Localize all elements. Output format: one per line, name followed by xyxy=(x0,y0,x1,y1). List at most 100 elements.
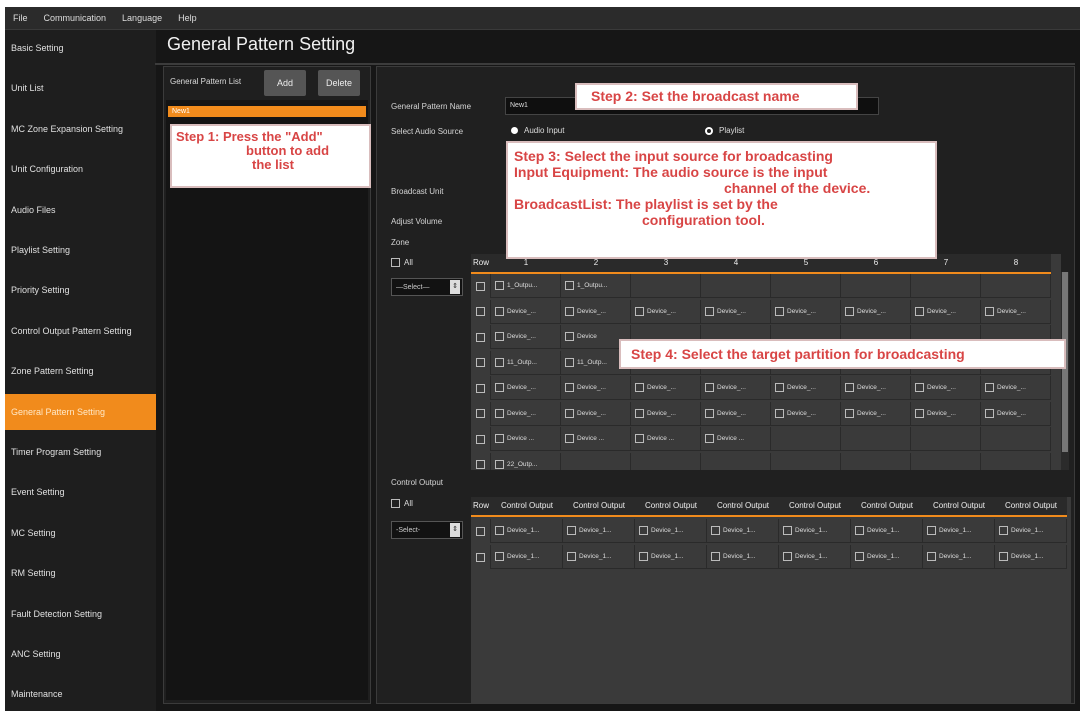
checkbox-icon[interactable] xyxy=(845,383,854,392)
checkbox-icon[interactable] xyxy=(565,306,574,316)
grid-cell[interactable]: Device_1... xyxy=(563,545,635,569)
grid-cell[interactable]: Device_... xyxy=(981,376,1051,400)
checkbox-icon[interactable] xyxy=(476,526,485,536)
checkbox-icon[interactable] xyxy=(845,408,854,418)
grid-cell[interactable]: Device_... xyxy=(911,376,981,400)
checkbox-icon[interactable] xyxy=(476,332,485,342)
checkbox-icon[interactable] xyxy=(635,434,644,443)
sidebar-item[interactable]: Fault Detection Setting xyxy=(5,596,156,632)
grid-cell[interactable]: Device ... xyxy=(561,427,631,451)
grid-cell[interactable]: Device_1... xyxy=(635,519,707,543)
sidebar-item[interactable]: Basic Setting xyxy=(5,30,156,66)
grid-cell[interactable]: Device_... xyxy=(701,299,771,324)
sidebar-item[interactable]: MC Zone Expansion Setting xyxy=(5,111,156,147)
checkbox-icon[interactable] xyxy=(495,332,504,341)
grid-cell[interactable]: Device_... xyxy=(841,401,911,426)
grid-cell[interactable]: Device_... xyxy=(911,401,981,426)
checkbox-icon[interactable] xyxy=(783,526,792,535)
grid-cell[interactable]: Device_... xyxy=(491,376,561,400)
row-checkbox-cell[interactable] xyxy=(471,427,491,451)
menu-communication[interactable]: Communication xyxy=(36,13,115,23)
checkbox-icon[interactable] xyxy=(476,383,485,393)
checkbox-icon[interactable] xyxy=(565,408,574,418)
grid-cell[interactable]: Device_1... xyxy=(995,519,1067,543)
add-button[interactable]: Add xyxy=(264,70,306,96)
grid-cell[interactable]: Device_... xyxy=(841,376,911,400)
grid-cell[interactable]: Device_... xyxy=(981,299,1051,324)
co-select[interactable]: -Select- ⇕ xyxy=(391,521,463,539)
grid-cell[interactable]: 11_Outp... xyxy=(491,350,561,375)
grid-cell[interactable]: Device_... xyxy=(631,401,701,426)
sidebar-item[interactable]: Audio Files xyxy=(5,192,156,228)
checkbox-icon[interactable] xyxy=(567,526,576,535)
grid-cell[interactable]: Device_... xyxy=(561,376,631,400)
sidebar-item[interactable]: General Pattern Setting xyxy=(5,393,156,430)
zone-all-checkbox[interactable]: All xyxy=(391,258,413,267)
row-checkbox-cell[interactable] xyxy=(471,350,491,375)
checkbox-icon[interactable] xyxy=(985,306,994,316)
grid-cell[interactable]: Device_1... xyxy=(563,519,635,543)
grid-cell[interactable]: Device_... xyxy=(981,401,1051,426)
checkbox-icon[interactable] xyxy=(635,306,644,316)
grid-cell[interactable]: Device_1... xyxy=(851,519,923,543)
checkbox-icon[interactable] xyxy=(855,526,864,535)
list-item[interactable]: New1 xyxy=(168,106,366,117)
checkbox-icon[interactable] xyxy=(705,408,714,418)
checkbox-icon[interactable] xyxy=(775,306,784,316)
sidebar-item[interactable]: ANC Setting xyxy=(5,636,156,672)
row-checkbox-cell[interactable] xyxy=(471,376,491,400)
grid-cell[interactable]: Device_... xyxy=(561,299,631,324)
checkbox-icon[interactable] xyxy=(495,434,504,443)
row-checkbox-cell[interactable] xyxy=(471,274,491,298)
checkbox-icon[interactable] xyxy=(476,358,485,367)
row-checkbox-cell[interactable] xyxy=(471,299,491,324)
checkbox-icon[interactable] xyxy=(783,552,792,561)
checkbox-icon[interactable] xyxy=(635,408,644,418)
checkbox-icon[interactable] xyxy=(565,357,574,367)
grid-cell[interactable]: Device_1... xyxy=(851,545,923,569)
grid-cell[interactable]: Device_1... xyxy=(995,545,1067,569)
checkbox-icon[interactable] xyxy=(915,383,924,392)
grid-cell[interactable]: 1_Outpu... xyxy=(561,274,631,298)
menu-file[interactable]: File xyxy=(5,13,36,23)
sidebar-item[interactable]: Maintenance xyxy=(5,676,156,711)
checkbox-icon[interactable] xyxy=(775,408,784,418)
grid-cell[interactable]: Device_... xyxy=(491,325,561,349)
grid-cell[interactable]: Device_1... xyxy=(635,545,707,569)
grid-cell[interactable]: Device_1... xyxy=(707,519,779,543)
checkbox-icon[interactable] xyxy=(565,434,574,443)
row-checkbox-cell[interactable] xyxy=(471,519,491,543)
playlist-radio[interactable]: Playlist xyxy=(705,126,744,135)
checkbox-icon[interactable] xyxy=(495,357,504,367)
grid-cell[interactable]: Device_... xyxy=(771,376,841,400)
menu-help[interactable]: Help xyxy=(170,13,205,23)
sidebar-item[interactable]: Unit List xyxy=(5,70,156,106)
grid-cell[interactable]: Device_1... xyxy=(491,519,563,543)
grid-cell[interactable]: 22_Outp... xyxy=(491,452,561,470)
checkbox-icon[interactable] xyxy=(705,306,714,316)
grid-cell[interactable]: Device_... xyxy=(771,299,841,324)
checkbox-icon[interactable] xyxy=(985,383,994,392)
grid-cell[interactable]: Device_... xyxy=(701,401,771,426)
checkbox-icon[interactable] xyxy=(476,409,485,418)
checkbox-icon[interactable] xyxy=(635,383,644,392)
grid-cell[interactable]: Device_... xyxy=(631,376,701,400)
checkbox-icon[interactable] xyxy=(476,460,485,469)
grid-cell[interactable]: Device_... xyxy=(631,299,701,324)
checkbox-icon[interactable] xyxy=(775,383,784,392)
grid-cell[interactable]: 1_Outpu... xyxy=(491,274,561,298)
checkbox-icon[interactable] xyxy=(999,552,1008,561)
checkbox-icon[interactable] xyxy=(565,281,574,290)
checkbox-icon[interactable] xyxy=(495,526,504,535)
checkbox-icon[interactable] xyxy=(565,332,574,341)
menu-language[interactable]: Language xyxy=(114,13,170,23)
sidebar-item[interactable]: Zone Pattern Setting xyxy=(5,353,156,389)
checkbox-icon[interactable] xyxy=(855,552,864,561)
grid-cell[interactable]: Device_1... xyxy=(923,545,995,569)
checkbox-icon[interactable] xyxy=(567,552,576,561)
checkbox-icon[interactable] xyxy=(845,306,854,316)
grid-cell[interactable]: Device_... xyxy=(491,401,561,426)
checkbox-icon[interactable] xyxy=(711,552,720,561)
grid-cell[interactable]: Device_... xyxy=(841,299,911,324)
co-all-checkbox[interactable]: All xyxy=(391,499,413,508)
